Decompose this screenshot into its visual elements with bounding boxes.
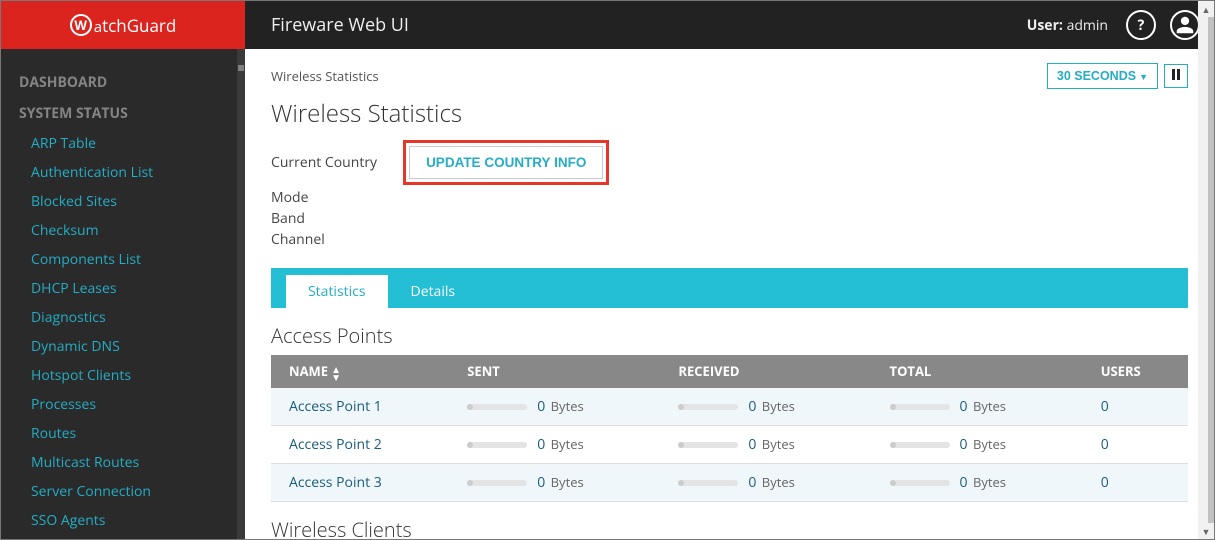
- col-name[interactable]: NAME▲▼: [271, 355, 449, 388]
- breadcrumb: Wireless Statistics: [271, 67, 379, 85]
- sort-icon: ▲▼: [331, 365, 341, 381]
- sidebar-scrollbar[interactable]: [237, 49, 245, 539]
- tab-statistics[interactable]: Statistics: [285, 274, 389, 308]
- ap-sent: 0 Bytes: [449, 463, 660, 501]
- wireless-clients-heading: Wireless Clients: [271, 516, 1188, 539]
- table-row[interactable]: Access Point 30 Bytes0 Bytes0 Bytes0: [271, 463, 1188, 501]
- sidebar-item-components-list[interactable]: Components List: [1, 245, 245, 274]
- sidebar-item-sso-agents[interactable]: SSO Agents: [1, 506, 245, 535]
- ap-users: 0: [1083, 425, 1188, 463]
- col-sent[interactable]: SENT: [449, 355, 660, 388]
- sidebar-item-diagnostics[interactable]: Diagnostics: [1, 303, 245, 332]
- main-content: Wireless Statistics 30 SECONDS▼ Wireless…: [245, 49, 1214, 539]
- sidebar-heading-system-status[interactable]: SYSTEM STATUS: [1, 98, 245, 129]
- sidebar-item-arp-table[interactable]: ARP Table: [1, 129, 245, 158]
- ap-name: Access Point 3: [271, 463, 449, 501]
- pause-icon: [1171, 69, 1181, 80]
- ap-name: Access Point 1: [271, 388, 449, 426]
- mode-label: Mode: [271, 187, 1188, 208]
- band-label: Band: [271, 208, 1188, 229]
- table-row[interactable]: Access Point 10 Bytes0 Bytes0 Bytes0: [271, 388, 1188, 426]
- col-received[interactable]: RECEIVED: [660, 355, 871, 388]
- ap-users: 0: [1083, 388, 1188, 426]
- update-country-info-button[interactable]: UPDATE COUNTRY INFO: [409, 146, 603, 179]
- sidebar-item-checksum[interactable]: Checksum: [1, 216, 245, 245]
- col-users[interactable]: USERS: [1083, 355, 1188, 388]
- ap-total: 0 Bytes: [872, 463, 1083, 501]
- sidebar-item-dhcp-leases[interactable]: DHCP Leases: [1, 274, 245, 303]
- current-country-label: Current Country: [271, 153, 377, 172]
- sidebar-item-server-connection[interactable]: Server Connection: [1, 477, 245, 506]
- pause-button[interactable]: [1164, 64, 1188, 88]
- ap-sent: 0 Bytes: [449, 388, 660, 426]
- ap-received: 0 Bytes: [660, 388, 871, 426]
- ap-name: Access Point 2: [271, 425, 449, 463]
- sidebar-item-processes[interactable]: Processes: [1, 390, 245, 419]
- channel-label: Channel: [271, 229, 1188, 250]
- ap-sent: 0 Bytes: [449, 425, 660, 463]
- access-points-table: NAME▲▼ SENT RECEIVED TOTAL USERS Access …: [271, 355, 1188, 502]
- ap-total: 0 Bytes: [872, 425, 1083, 463]
- sidebar-item-authentication-list[interactable]: Authentication List: [1, 158, 245, 187]
- update-country-highlight: UPDATE COUNTRY INFO: [403, 140, 609, 185]
- ap-received: 0 Bytes: [660, 463, 871, 501]
- app-title: Fireware Web UI: [271, 13, 409, 37]
- access-points-heading: Access Points: [271, 322, 1188, 349]
- sidebar-item-dynamic-dns[interactable]: Dynamic DNS: [1, 332, 245, 361]
- tab-details[interactable]: Details: [389, 274, 478, 308]
- brand-logo[interactable]: WatchGuard: [1, 1, 245, 49]
- ap-received: 0 Bytes: [660, 425, 871, 463]
- help-icon[interactable]: ?: [1126, 10, 1156, 40]
- sidebar-heading-dashboard[interactable]: DASHBOARD: [1, 67, 245, 98]
- ap-users: 0: [1083, 463, 1188, 501]
- sidebar-item-traffic-management[interactable]: Traffic Management: [1, 535, 245, 539]
- scroll-up-icon[interactable]: ▲: [1198, 1, 1214, 17]
- page-scrollbar[interactable]: ▲ ▼: [1198, 1, 1214, 539]
- sidebar-item-multicast-routes[interactable]: Multicast Routes: [1, 448, 245, 477]
- tab-bar: Statistics Details: [271, 268, 1188, 308]
- ap-total: 0 Bytes: [872, 388, 1083, 426]
- sidebar: DASHBOARD SYSTEM STATUS ARP TableAuthent…: [1, 49, 245, 539]
- sidebar-item-routes[interactable]: Routes: [1, 419, 245, 448]
- sidebar-item-blocked-sites[interactable]: Blocked Sites: [1, 187, 245, 216]
- user-label: User: admin: [1027, 16, 1108, 35]
- col-total[interactable]: TOTAL: [872, 355, 1083, 388]
- refresh-interval-dropdown[interactable]: 30 SECONDS▼: [1047, 63, 1158, 89]
- caret-down-icon: ▼: [1139, 72, 1148, 82]
- user-menu-icon[interactable]: [1170, 10, 1200, 40]
- table-row[interactable]: Access Point 20 Bytes0 Bytes0 Bytes0: [271, 425, 1188, 463]
- top-bar: WatchGuard Fireware Web UI User: admin ?: [1, 1, 1214, 49]
- sidebar-item-hotspot-clients[interactable]: Hotspot Clients: [1, 361, 245, 390]
- page-title: Wireless Statistics: [271, 97, 1188, 130]
- scroll-down-icon[interactable]: ▼: [1198, 523, 1214, 539]
